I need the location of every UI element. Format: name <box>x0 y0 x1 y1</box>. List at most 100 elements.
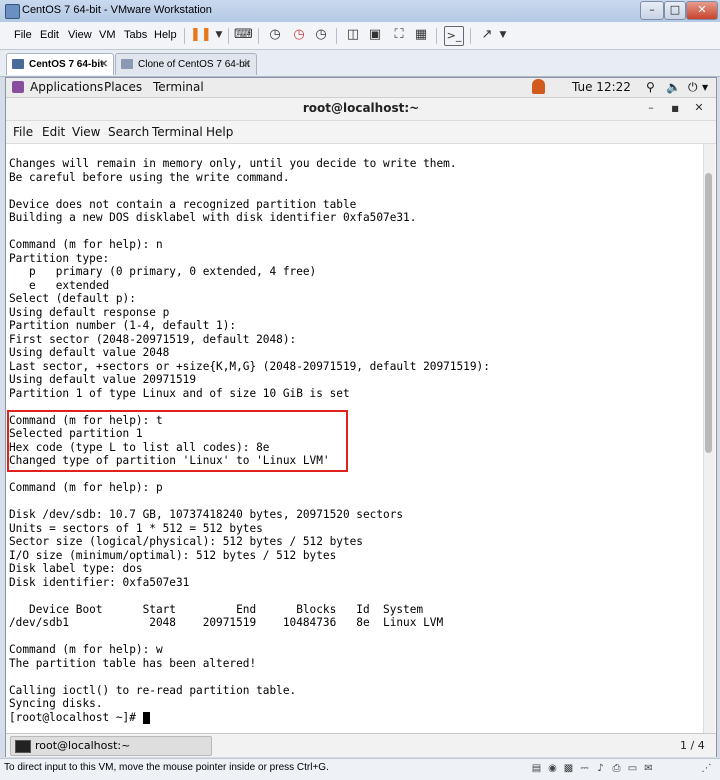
console-icon[interactable]: >_ <box>444 26 464 46</box>
toolbar-separator <box>470 28 471 44</box>
clock[interactable]: Tue 12:22 <box>572 80 631 94</box>
terminal-content[interactable]: Changes will remain in memory only, unti… <box>7 144 701 734</box>
vm-tab-centos[interactable]: CentOS 7 64-bit ✕ <box>6 53 114 75</box>
hard-disk-icon[interactable]: ▤ <box>530 762 543 775</box>
terminal-line: Using default value 20971519 <box>9 373 197 386</box>
terminal-line: Building a new DOS disklabel with disk i… <box>9 211 417 224</box>
terminal-menu-search[interactable]: Search <box>108 125 149 139</box>
vmware-app-icon <box>5 4 20 19</box>
terminal-line: Command (m for help): p <box>9 481 163 494</box>
maximize-button[interactable]: □ <box>664 1 686 20</box>
workspace-indicator[interactable]: 1 / 4 <box>680 739 705 752</box>
toolbar-separator <box>228 28 229 44</box>
terminal-line: Changes will remain in memory only, unti… <box>9 157 457 170</box>
resize-grip-icon[interactable]: ⋰ <box>700 762 713 775</box>
power-icon[interactable]: ⏻ <box>688 80 698 95</box>
dropdown-arrow-icon[interactable]: ▼ <box>494 26 512 44</box>
gnome-top-bar: Applications Places Terminal Tue 12:22 ⚲… <box>6 78 716 98</box>
terminal-icon <box>15 740 31 753</box>
terminal-line: Using default value 2048 <box>9 346 170 359</box>
full-screen-icon[interactable]: ⛶ <box>390 26 408 44</box>
toolbar-separator <box>436 28 437 44</box>
menu-help[interactable]: Help <box>154 29 177 41</box>
unity-icon[interactable]: ▦ <box>412 26 430 44</box>
scrollbar-thumb[interactable] <box>705 173 712 453</box>
console-view-icon[interactable]: ▣ <box>366 26 384 44</box>
terminal-line: The partition table has been altered! <box>9 656 257 670</box>
close-tab-icon[interactable]: ✕ <box>243 54 251 75</box>
cd-drive-icon[interactable]: ◉ <box>546 762 559 775</box>
display-icon[interactable]: ▭ <box>626 762 639 775</box>
vm-icon <box>121 59 133 69</box>
vm-tabbar: CentOS 7 64-bit ✕ Clone of CentOS 7 64-b… <box>0 50 720 77</box>
sound-icon[interactable]: ♪ <box>594 762 607 775</box>
terminal-minimize-button[interactable]: – <box>644 101 658 114</box>
notification-icon[interactable] <box>532 79 545 94</box>
applications-icon <box>12 81 24 93</box>
terminal-line: Calling ioctl() to re-read partition tab… <box>9 683 297 697</box>
terminal-line: Sector size (logical/physical): 512 byte… <box>9 535 363 548</box>
places-menu[interactable]: Places <box>104 80 142 94</box>
network-adapter-icon[interactable]: ▩ <box>562 762 575 775</box>
terminal-menu-help[interactable]: Help <box>206 125 233 139</box>
terminal-line: p primary (0 primary, 0 extended, 4 free… <box>9 265 317 278</box>
menu-file[interactable]: File <box>14 29 32 41</box>
dropdown-arrow-icon[interactable]: ▼ <box>210 26 228 44</box>
terminal-menu-file[interactable]: File <box>13 125 33 139</box>
terminal-maximize-button[interactable]: ■ <box>668 104 682 113</box>
terminal-line: e extended <box>9 278 110 292</box>
terminal-app-menu[interactable]: Terminal <box>153 80 204 94</box>
terminal-line: Partition 1 of type Linux and of size 10… <box>9 386 350 400</box>
menu-vm[interactable]: VM <box>99 29 116 41</box>
applications-menu[interactable]: Applications <box>30 80 103 94</box>
terminal-line: First sector (2048-20971519, default 204… <box>9 332 297 346</box>
terminal-line: /dev/sdb1 2048 20971519 10484736 8e Linu… <box>9 616 444 629</box>
minimize-button[interactable]: – <box>640 1 664 20</box>
terminal-menu-edit[interactable]: Edit <box>42 125 65 139</box>
terminal-menu-view[interactable]: View <box>72 125 100 139</box>
terminal-line: Device Boot Start End Blocks Id System <box>9 602 424 616</box>
taskbar-terminal-item[interactable]: root@localhost:~ <box>10 736 212 756</box>
terminal-cursor <box>142 711 150 724</box>
terminal-line: Disk identifier: 0xfa507e31 <box>9 575 190 589</box>
status-message: To direct input to this VM, move the mou… <box>4 762 329 773</box>
highlight-box <box>7 410 348 472</box>
pause-icon[interactable]: ❚❚ <box>190 26 212 44</box>
messages-icon[interactable]: ✉ <box>642 762 655 775</box>
menu-view[interactable]: View <box>68 29 92 41</box>
terminal-line: [root@localhost ~]# <box>9 711 490 725</box>
terminal-menu-terminal[interactable]: Terminal <box>152 125 203 139</box>
system-menu-arrow-icon[interactable]: ▼ <box>702 83 708 92</box>
library-view-icon[interactable]: ◫ <box>344 26 362 44</box>
terminal-line: Command (m for help): n <box>9 238 163 251</box>
snapshot-icon[interactable]: ◷ <box>266 26 284 44</box>
menu-edit[interactable]: Edit <box>40 29 59 41</box>
vm-tab-clone[interactable]: Clone of CentOS 7 64-bit ✕ <box>115 53 257 75</box>
usb-icon[interactable]: ⎓ <box>578 762 591 775</box>
send-keys-icon[interactable]: ⌨ <box>234 26 253 44</box>
revert-snapshot-icon[interactable]: ◷ <box>290 26 308 44</box>
menu-tabs[interactable]: Tabs <box>124 29 147 41</box>
guest-display[interactable]: Applications Places Terminal Tue 12:22 ⚲… <box>5 77 717 757</box>
terminal-line: Partition type: <box>9 251 110 265</box>
network-icon[interactable]: ⚲ <box>646 80 655 94</box>
vmware-menubar: File Edit View VM Tabs Help ❚❚ ▼ ⌨ ◷ ◷ ◷… <box>0 22 720 50</box>
terminal-line: Syncing disks. <box>9 697 103 710</box>
terminal-line: Using default response p <box>9 305 170 319</box>
vm-icon <box>12 59 24 69</box>
terminal-line: Last sector, +sectors or +size{K,M,G} (2… <box>9 359 490 373</box>
printer-icon[interactable]: ⎙ <box>610 762 623 775</box>
terminal-close-button[interactable]: ✕ <box>692 101 706 114</box>
volume-icon[interactable]: 🔈 <box>666 80 681 94</box>
close-tab-icon[interactable]: ✕ <box>100 54 108 75</box>
close-button[interactable]: ✕ <box>686 1 718 20</box>
gnome-bottom-bar: root@localhost:~ 1 / 4 <box>6 733 716 757</box>
terminal-line: Command (m for help): w <box>9 643 163 656</box>
snapshot-manager-icon[interactable]: ◷ <box>312 26 330 44</box>
terminal-line: I/O size (minimum/optimal): 512 bytes / … <box>9 548 337 562</box>
terminal-line: Disk /dev/sdb: 10.7 GB, 10737418240 byte… <box>9 508 404 521</box>
terminal-line: Units = sectors of 1 * 512 = 512 bytes <box>9 521 263 535</box>
